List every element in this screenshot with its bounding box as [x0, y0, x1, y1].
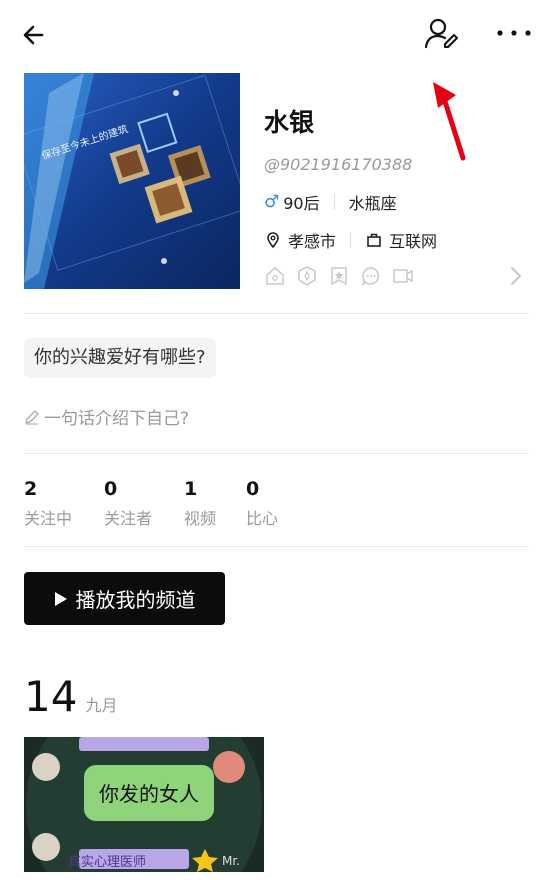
- hobby-prompt-chip[interactable]: 你的兴趣爱好有哪些?: [24, 338, 216, 378]
- stat-following[interactable]: 2 关注中: [24, 478, 104, 529]
- play-channel-button[interactable]: 播放我的频道: [24, 572, 225, 625]
- thumb-banner-text: 真实心理医师: [68, 855, 146, 870]
- thumb-banner-suffix: Mr.: [222, 854, 240, 868]
- bio-prompt[interactable]: 一句话介绍下自己?: [24, 404, 189, 429]
- industry: 互联网: [389, 232, 438, 251]
- thumb-caption: 你发的女人: [99, 782, 199, 806]
- star-badge-icon: [331, 267, 347, 286]
- stat-value: 1: [184, 478, 198, 500]
- age-zodiac-row: ♂ 90后 水瓶座: [264, 190, 397, 214]
- top-bar: [0, 0, 543, 70]
- age-group: 90后: [283, 194, 320, 213]
- stat-value: 0: [104, 478, 118, 500]
- play-icon: [54, 591, 67, 606]
- stat-label: 关注者: [104, 509, 153, 528]
- feed-day: 14: [24, 672, 78, 721]
- stat-videos[interactable]: 1 视频: [184, 478, 246, 529]
- divider: [24, 546, 529, 547]
- stat-followers[interactable]: 0 关注者: [104, 478, 184, 529]
- back-button[interactable]: [18, 18, 54, 54]
- stat-label: 比心: [246, 509, 279, 528]
- stat-label: 关注中: [24, 509, 73, 528]
- feed-date: 14 九月: [24, 672, 117, 721]
- home-badge-icon: [266, 267, 284, 285]
- chat-badge-icon: [362, 267, 379, 286]
- play-channel-label: 播放我的频道: [75, 588, 196, 612]
- video-thumbnail[interactable]: 真实心理医师 Mr. 你发的女人: [24, 737, 264, 872]
- stats-row: 2 关注中 0 关注者 1 视频 0 比心: [24, 478, 326, 529]
- ellipsis-icon: [497, 30, 531, 36]
- user-edit-icon: [424, 18, 458, 49]
- stat-hearts[interactable]: 0 比心: [246, 478, 326, 529]
- user-handle: @9021916170388: [264, 155, 413, 174]
- male-icon: ♂: [264, 192, 280, 212]
- video-badge-icon: [393, 269, 413, 283]
- bio-prompt-label: 一句话介绍下自己?: [44, 409, 190, 429]
- shield-badge-icon: [298, 266, 316, 286]
- divider: [333, 194, 335, 210]
- location-industry-row: 孝感市 互联网: [264, 228, 437, 252]
- stat-label: 视频: [184, 509, 217, 528]
- divider: [350, 232, 352, 248]
- feed-month: 九月: [85, 696, 118, 715]
- divider: [24, 313, 529, 314]
- zodiac: 水瓶座: [348, 194, 397, 213]
- edit-profile-button[interactable]: [422, 14, 462, 54]
- location: 孝感市: [288, 232, 337, 251]
- badge-row[interactable]: [264, 265, 414, 287]
- divider: [24, 453, 529, 454]
- location-pin-icon: [267, 232, 279, 249]
- chevron-right-icon[interactable]: [506, 264, 526, 288]
- user-name: 水银: [264, 108, 315, 137]
- avatar[interactable]: 保存至今未上的建筑: [24, 73, 240, 289]
- arrow-left-icon: [23, 25, 44, 45]
- video-thumbnail-image: 真实心理医师 Mr. 你发的女人: [24, 737, 264, 872]
- briefcase-icon: [367, 233, 381, 247]
- stat-value: 0: [246, 478, 260, 500]
- stat-value: 2: [24, 478, 38, 500]
- pencil-icon: [25, 409, 39, 424]
- profile-header: 保存至今未上的建筑 水银 @9021916170388 ♂ 90后 水瓶座 孝感…: [24, 73, 529, 289]
- more-options-button[interactable]: [492, 16, 536, 52]
- avatar-image: 保存至今未上的建筑: [24, 73, 240, 289]
